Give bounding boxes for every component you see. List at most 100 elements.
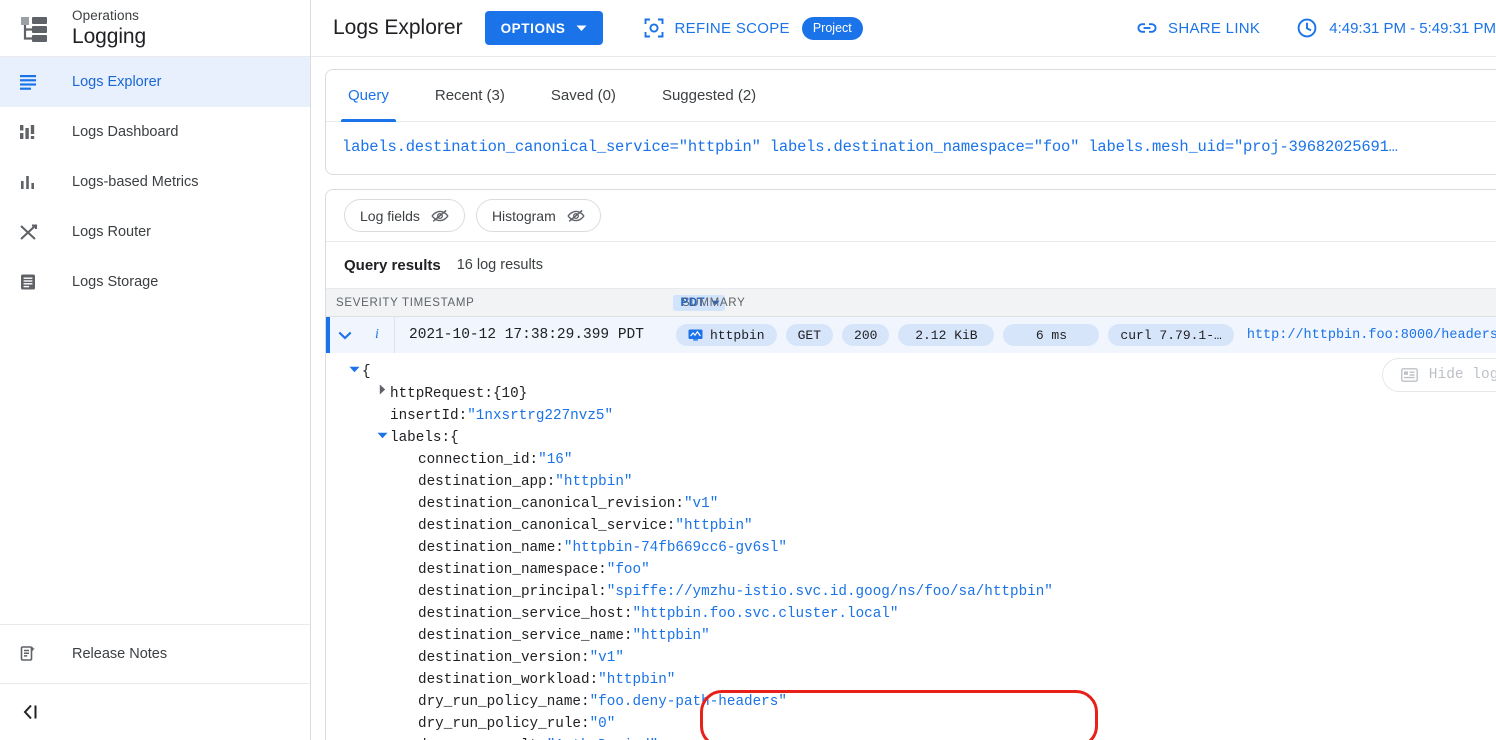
json-value: "16" [538,449,572,471]
scroll-area: Query Recent (3) Saved (0) Suggested (2) [311,57,1496,740]
sidebar-spacer [0,307,310,624]
query-tabs: Query Recent (3) Saved (0) Suggested (2) [326,70,1496,122]
json-value: "0" [590,713,616,735]
refine-scope-label: REFINE SCOPE [675,20,790,37]
json-line: insertId: "1nxsrtrg227nvz5" [326,405,1496,427]
json-line: destination_principal: "spiffe://ymzhu-i… [326,581,1496,603]
results-title: Query results [344,257,441,274]
log-fields-toggle[interactable]: Log fields [344,199,465,232]
main-content: Logs Explorer OPTIONS REFIN [311,0,1496,740]
json-line: destination_name: "httpbin-74fb669cc6-gv… [326,537,1496,559]
sidebar-item-logs-based-metrics[interactable]: Logs-based Metrics [0,157,310,207]
json-value: "httpbin" [633,625,710,647]
json-line: destination_namespace: "foo" [326,559,1496,581]
sidebar-item-logs-storage[interactable]: Logs Storage [0,257,310,307]
json-tree: { httpRequest: {10}insertId: "1nxsrtrg227… [326,361,1496,740]
json-key: destination_service_name: [418,625,633,647]
json-value: "httpbin" [598,669,675,691]
sidebar-footer: Release Notes [0,624,310,684]
log-detail-json: Hide log summary Expand nested fields [326,353,1496,740]
summary-chip-label: httpbin [710,328,765,343]
product-name: Logging [72,26,146,47]
clock-icon [1296,17,1318,39]
share-link-button[interactable]: SHARE LINK [1136,20,1260,37]
sidebar-item-label: Logs-based Metrics [72,174,199,190]
json-line: { [326,361,1496,383]
options-button[interactable]: OPTIONS [485,11,603,45]
json-key: dry_run_policy_name: [418,691,590,713]
sidebar-item-logs-router[interactable]: Logs Router [0,207,310,257]
router-icon [18,220,46,244]
json-key: destination_workload: [418,669,598,691]
json-caret-right-icon[interactable] [374,383,390,405]
release-notes-icon [18,642,46,666]
tab-suggested[interactable]: Suggested (2) [658,70,760,122]
collapse-left-icon [20,701,42,723]
share-link-label: SHARE LINK [1168,20,1260,37]
tab-saved[interactable]: Saved (0) [547,70,620,122]
sidebar-item-logs-dashboard[interactable]: Logs Dashboard [0,107,310,157]
storage-icon [18,270,46,294]
tab-label: Recent (3) [435,87,505,104]
json-value: "v1" [684,493,718,515]
json-line: destination_workload: "httpbin" [326,669,1496,691]
json-line: dry_run_result: "AuthzDenied" [326,735,1496,740]
expand-row-caret-icon[interactable] [330,331,360,340]
column-header-timestamp: TIMESTAMP PDT [398,295,668,311]
summary-chip-method: GET [786,324,833,346]
summary-card-icon [1401,368,1418,382]
sidebar-item-label: Logs Storage [72,274,158,290]
json-value: "httpbin-74fb669cc6-gv6sl" [564,537,787,559]
tab-query[interactable]: Query [344,70,393,122]
hierarchy-icon [14,8,54,48]
eye-off-icon [567,209,585,223]
page-title: Logs Explorer [333,16,463,40]
hide-log-summary-button[interactable]: Hide log summary [1382,358,1496,392]
json-line: destination_service_host: "httpbin.foo.s… [326,603,1496,625]
column-header-summary: SUMMARY [668,297,745,309]
histogram-label: Histogram [492,208,556,224]
scope-project-chip[interactable]: Project [802,17,863,40]
table-row[interactable]: i 2021-10-12 17:38:29.399 PDT h [326,317,1496,353]
json-key: destination_canonical_revision: [418,493,684,515]
tab-label: Query [348,87,389,104]
json-key: httpRequest: [390,383,493,405]
json-key: destination_canonical_service: [418,515,675,537]
row-timestamp: 2021-10-12 17:38:29.399 PDT [394,317,662,353]
json-line: destination_service_name: "httpbin" [326,625,1496,647]
sidebar-item-release-notes[interactable]: Release Notes [0,625,310,683]
logs-explorer-icon [18,70,46,94]
json-caret-down-icon[interactable] [346,361,362,383]
json-line: destination_version: "v1" [326,647,1496,669]
json-key: destination_name: [418,537,564,559]
time-range-label: 4:49:31 PM - 5:49:31 PM [1329,20,1496,37]
json-key: destination_app: [418,471,555,493]
top-bar: Logs Explorer OPTIONS REFIN [311,0,1496,57]
monitor-icon [688,329,703,341]
summary-chip-status: 200 [842,324,889,346]
json-key: { [362,361,371,383]
json-line: destination_canonical_revision: "v1" [326,493,1496,515]
summary-url[interactable]: http://httpbin.foo:8000/headers [1247,328,1496,343]
json-value: {10} [493,383,527,405]
time-range-picker[interactable]: 4:49:31 PM - 5:49:31 PM [1296,17,1496,39]
query-input[interactable]: labels.destination_canonical_service="ht… [326,122,1496,174]
results-table-header: SEVERITY TIMESTAMP PDT SUMMARY [326,288,1496,317]
json-value: { [450,427,459,449]
sidebar-item-logs-explorer[interactable]: Logs Explorer [0,57,310,107]
refine-scope-button[interactable]: REFINE SCOPE [643,17,790,39]
summary-chip-size: 2.12 KiB [898,324,994,346]
histogram-toggle[interactable]: Histogram [476,199,601,232]
sidebar-item-label: Logs Router [72,224,151,240]
json-caret-down-icon[interactable] [374,427,390,449]
column-header-severity: SEVERITY [326,297,398,309]
collapse-panel-button[interactable] [0,684,310,740]
sidebar: Operations Logging Logs Explorer [0,0,311,740]
summary-chip-service: httpbin [676,324,777,346]
severity-info-icon[interactable]: i [360,327,394,343]
json-key: dry_run_result: [418,735,547,740]
tab-recent[interactable]: Recent (3) [431,70,509,122]
json-line: destination_app: "httpbin" [326,471,1496,493]
log-detail-actions: Hide log summary Expand nested fields [1382,358,1496,392]
results-toolbar: Log fields Histogram [326,190,1496,242]
